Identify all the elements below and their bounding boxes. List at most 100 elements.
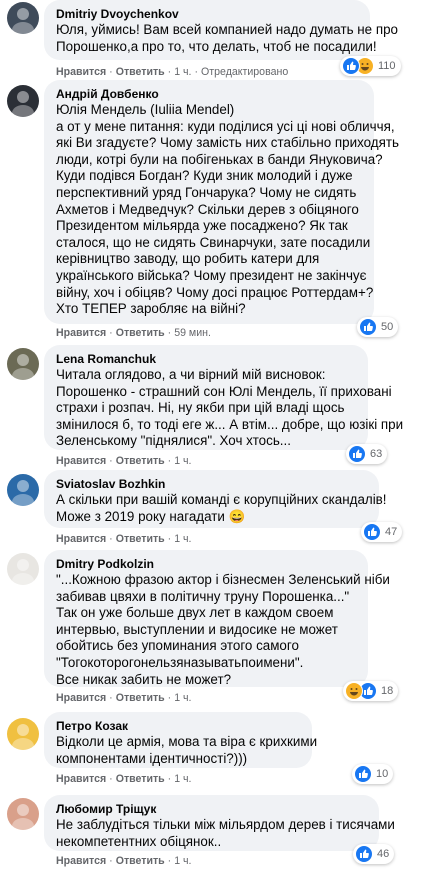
like-link[interactable]: Нравится	[56, 327, 106, 339]
comment-actions: Нравится · Ответить · 1 ч.	[56, 692, 192, 704]
reaction-summary[interactable]: 110	[340, 56, 401, 76]
comment-text-line: Президентом мільярда уже посаджено? Як т…	[56, 218, 348, 234]
comment-text-line: Порошенко,а про то, что делать, чтоб не …	[56, 38, 377, 54]
separator-dot: ·	[109, 327, 113, 339]
separator-dot: ·	[109, 692, 113, 704]
comment-bubble: Петро Козак Відколи це армія, мова та вір…	[44, 712, 318, 768]
comment-text-line: страхи і розпач. Ні, ну якби при цій вла…	[56, 400, 345, 416]
comment-text: А скільки при вашій команді є корупційни…	[56, 492, 387, 525]
comment-text-line: перспективний уряд Гончарука? Чому не си…	[56, 184, 357, 200]
comment-text-line: "Тогокоторогонельзяназыватьпоимени".	[56, 654, 304, 670]
reaction-summary[interactable]: 47	[361, 522, 403, 542]
comment-text-line: Все никак забить не может?	[56, 671, 232, 687]
reaction-summary[interactable]: 46	[353, 844, 395, 864]
reply-link[interactable]: Ответить	[116, 455, 165, 467]
separator-dot: ·	[167, 533, 172, 545]
comment-text-line: Читала оглядово, а чи вірний мій висново…	[56, 367, 326, 382]
comment-text-line: Юлія Мендель (Iuliia Mendel)	[56, 102, 235, 117]
comment-time[interactable]: 1 ч.	[174, 66, 191, 78]
reaction-count: 50	[381, 321, 394, 333]
like-link[interactable]: Нравится	[56, 692, 106, 704]
reply-link[interactable]: Ответить	[116, 66, 165, 78]
avatar[interactable]	[7, 2, 39, 34]
comment-text: Юля, уймись! Вам всей компанией надо дум…	[56, 22, 398, 55]
avatar[interactable]	[7, 474, 39, 506]
comment-actions: Нравится · Ответить · 1 ч.	[56, 455, 192, 467]
comment-time[interactable]: 59 мин.	[174, 327, 211, 339]
comment-text-line: Порошенко - страшний сон Юлі Мендель, її…	[56, 383, 392, 399]
reply-link[interactable]: Ответить	[116, 533, 165, 545]
comment-bubble: Sviatoslav Bozhkin А скільки при вашій ко…	[44, 470, 387, 528]
comment-text-line: компонентами ідентичності?)))	[56, 750, 248, 766]
comment-bubble: Dmitriy Dvoychenkov Юля, уймись! Вам всей…	[44, 0, 398, 60]
reaction-summary[interactable]: 63	[346, 444, 388, 464]
reaction-count: 46	[377, 848, 390, 860]
reaction-summary[interactable]: 50	[357, 317, 399, 337]
comment-text-line: а от у мене питання: куди поділися усі ц…	[56, 118, 395, 134]
avatar[interactable]	[7, 85, 39, 117]
edited-label[interactable]: Отредактировано	[201, 66, 288, 78]
reaction-summary[interactable]: 10	[352, 764, 394, 784]
comment-text-line: Юля, уймись! Вам всей компанией надо дум…	[56, 22, 398, 37]
comment-text-line: війну, хоч і обіцяв? Чому досі працює Ро…	[56, 284, 374, 300]
separator-dot: ·	[109, 66, 113, 78]
reaction-count: 10	[376, 768, 389, 780]
comment-text-line: Так он уже больше двух лет в каждом свое…	[56, 605, 334, 621]
reaction-count: 110	[378, 60, 396, 72]
separator-dot: ·	[167, 327, 172, 339]
comment-author[interactable]: Dmitry Podkolzin	[56, 556, 356, 572]
like-link[interactable]: Нравится	[56, 855, 106, 867]
like-link[interactable]: Нравится	[56, 455, 106, 467]
comment-author[interactable]: Любомир Тріщук	[56, 801, 367, 817]
like-link[interactable]: Нравится	[56, 773, 106, 785]
comment-text-line: "...Кожною фразою актор і бізнесмен Зеле…	[56, 572, 390, 587]
comment-author[interactable]: Dmitriy Dvoychenkov	[56, 6, 358, 22]
comment-text-line: Не заблудіться тільки між мільярдом дере…	[56, 817, 395, 832]
reply-link[interactable]: Ответить	[116, 327, 165, 339]
separator-dot: ·	[167, 855, 172, 867]
comment-actions: Нравится · Ответить · 1 ч.	[56, 773, 192, 785]
avatar[interactable]	[7, 553, 39, 585]
comment-text-line: А скільки при вашій команді є корупційни…	[56, 492, 387, 507]
avatar[interactable]	[7, 798, 39, 830]
haha-reaction-icon	[345, 682, 363, 700]
separator-dot: ·	[194, 66, 199, 78]
comment-text-line: Може з 2019 року нагадати 😄	[56, 508, 246, 524]
avatar[interactable]	[7, 718, 39, 750]
comment-text: Не заблудіться тільки між мільярдом дере…	[56, 817, 395, 850]
avatar[interactable]	[7, 348, 39, 380]
like-link[interactable]: Нравится	[56, 66, 106, 78]
separator-dot: ·	[167, 455, 172, 467]
reply-link[interactable]: Ответить	[116, 773, 165, 785]
comment-text-line: Зеленському "піднялися". Хоч хтось...	[56, 433, 291, 449]
comment-author[interactable]: Lena Romanchuk	[56, 351, 356, 367]
comment-text-line: українського війська? Чому президент не …	[56, 267, 367, 283]
comment-bubble: Dmitry Podkolzin "...Кожною фразою актор …	[44, 550, 390, 687]
comment-time[interactable]: 1 ч.	[174, 533, 191, 545]
reaction-summary[interactable]: 18	[343, 681, 399, 701]
comment-time[interactable]: 1 ч.	[174, 855, 191, 867]
comment-author[interactable]: Sviatoslav Bozhkin	[56, 476, 367, 492]
comment-bubble: Lena Romanchuk Читала оглядово, а чи вірн…	[44, 345, 403, 450]
comment-time[interactable]: 1 ч.	[174, 773, 191, 785]
like-link[interactable]: Нравится	[56, 533, 106, 545]
comment-text-line: Відколи це армія, мова та віра є крихким…	[56, 734, 318, 749]
comment-actions: Нравится · Ответить · 1 ч. · Отредактировано	[56, 66, 288, 78]
comment-text-line: Куди подівся Богдан? Куди зник молодий і…	[56, 168, 353, 184]
separator-dot: ·	[109, 455, 113, 467]
comment-time[interactable]: 1 ч.	[174, 692, 191, 704]
comment-text-line: Хто ТЕПЕР заробляє на війні?	[56, 301, 246, 317]
comment-author[interactable]: Петро Козак	[56, 718, 300, 734]
reply-link[interactable]: Ответить	[116, 855, 165, 867]
comment-actions: Нравится · Ответить · 59 мин.	[56, 327, 211, 339]
comment-text-line: некомпетентних обіцянок..	[56, 833, 222, 849]
comment-author[interactable]: Андрій Довбенко	[56, 86, 362, 102]
comment-text-line: люди, котрі були на побігеньках в банди …	[56, 151, 383, 167]
reaction-count: 63	[370, 448, 383, 460]
separator-dot: ·	[167, 692, 172, 704]
like-reaction-icon	[363, 523, 381, 541]
reaction-count: 47	[385, 526, 398, 538]
comment-time[interactable]: 1 ч.	[174, 455, 191, 467]
reply-link[interactable]: Ответить	[116, 692, 165, 704]
separator-dot: ·	[109, 773, 113, 785]
